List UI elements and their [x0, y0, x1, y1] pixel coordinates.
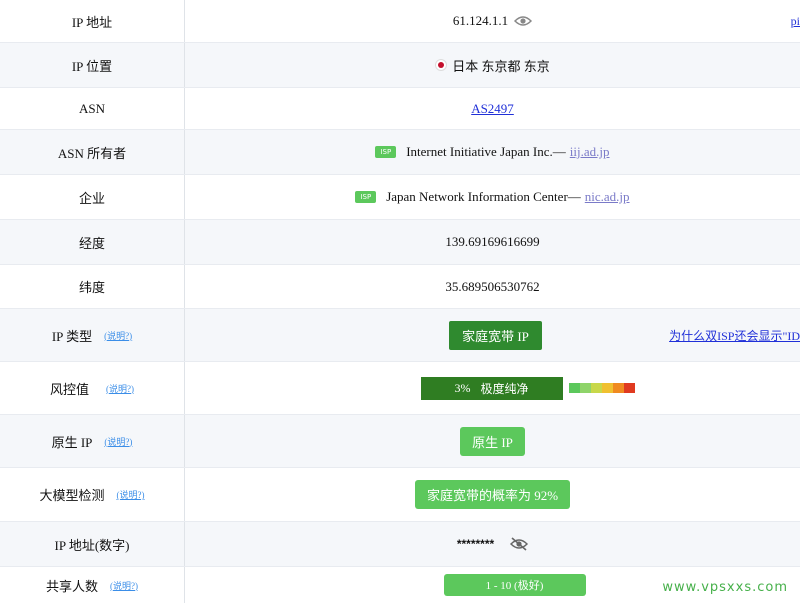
- longitude-value: 139.69169616699: [445, 234, 540, 249]
- risk-indicator: 3% 极度纯净: [420, 376, 635, 400]
- row-ip-location: IP 位置 日本 东京都 东京: [0, 43, 800, 88]
- row-company: 企业 ISP Japan Network Information Center—…: [0, 175, 800, 220]
- row-risk-score: 风控值 (说明?) 3% 极度纯净: [0, 362, 800, 415]
- row-label: 原生 IP (说明?): [0, 415, 185, 467]
- row-latitude: 纬度 35.689506530762: [0, 265, 800, 309]
- asn-link[interactable]: AS2497: [471, 101, 514, 117]
- extra-link[interactable]: pi: [791, 14, 800, 29]
- row-value: 3% 极度纯净: [185, 362, 800, 414]
- row-native-ip: 原生 IP (说明?) 原生 IP: [0, 415, 800, 468]
- row-label-text: 原生 IP: [51, 434, 93, 450]
- row-label-text: 风控值: [49, 381, 89, 397]
- row-llm-detection: 大模型检测 (说明?) 家庭宽带的概率为 92%: [0, 468, 800, 522]
- row-value: 原生 IP: [185, 415, 800, 467]
- row-label: 大模型检测 (说明?): [0, 468, 185, 521]
- row-label: 企业: [0, 175, 185, 219]
- row-value: ISP Internet Initiative Japan Inc.— iij.…: [185, 130, 800, 174]
- row-value: 日本 东京都 东京: [185, 43, 800, 87]
- row-label: 纬度: [0, 265, 185, 308]
- asn-owner-value: Internet Initiative Japan Inc.—: [406, 144, 566, 159]
- row-asn-owner: ASN 所有者 ISP Internet Initiative Japan In…: [0, 130, 800, 175]
- risk-scale-segment: [612, 383, 624, 393]
- risk-color-scale: [568, 383, 635, 393]
- risk-label: 极度纯净: [480, 381, 529, 396]
- row-label: 经度: [0, 220, 185, 264]
- help-link[interactable]: (说明?): [106, 382, 134, 395]
- row-label-text: 共享人数: [45, 578, 98, 594]
- help-link[interactable]: (说明?): [117, 488, 145, 501]
- row-label: IP 地址: [0, 0, 185, 42]
- row-label: 风控值 (说明?): [0, 362, 185, 414]
- row-longitude: 经度 139.69169616699: [0, 220, 800, 265]
- latitude-value: 35.689506530762: [445, 278, 540, 294]
- row-ip-numeric: IP 地址(数字) ********: [0, 522, 800, 567]
- help-link[interactable]: (说明?): [104, 435, 132, 448]
- row-value: 139.69169616699: [185, 220, 800, 264]
- risk-score-bar: 3% 极度纯净: [420, 376, 563, 400]
- asn-owner-domain-link[interactable]: iij.ad.jp: [570, 144, 610, 160]
- row-asn: ASN AS2497: [0, 88, 800, 130]
- row-label: IP 位置: [0, 43, 185, 87]
- ip-type-badge: 家庭宽带 IP: [449, 320, 542, 350]
- risk-scale-segment: [601, 383, 613, 393]
- row-value: AS2497: [185, 88, 800, 129]
- row-label: ASN 所有者: [0, 130, 185, 174]
- japan-flag-icon: [435, 59, 448, 71]
- llm-detection-badge: 家庭宽带的概率为 92%: [414, 480, 571, 509]
- risk-percent: 3%: [454, 380, 471, 395]
- ip-address-value: 61.124.1.1: [452, 13, 509, 28]
- isp-badge: ISP: [375, 146, 397, 158]
- row-ip-type: IP 类型 (说明?) 家庭宽带 IP 为什么双ISP还会显示"ID: [0, 309, 800, 362]
- shared-users-badge: 1 - 10 (极好): [443, 574, 586, 596]
- help-link[interactable]: (说明?): [104, 329, 132, 342]
- risk-scale-segment: [579, 383, 591, 393]
- row-ip-address: IP 地址 61.124.1.1 pi: [0, 0, 800, 43]
- risk-scale-segment: [623, 383, 635, 393]
- watermark: www.vpsxxs.com: [662, 580, 788, 595]
- dual-isp-help-link[interactable]: 为什么双ISP还会显示"ID: [669, 327, 800, 344]
- ip-numeric-masked: ********: [456, 537, 495, 551]
- row-label: ASN: [0, 88, 185, 129]
- row-label: IP 地址(数字): [0, 522, 185, 566]
- row-value: ********: [185, 522, 800, 566]
- location-value: 日本 东京都 东京: [452, 58, 550, 74]
- eye-icon[interactable]: [514, 15, 533, 27]
- row-value: ISP Japan Network Information Center— ni…: [185, 175, 800, 219]
- company-domain-link[interactable]: nic.ad.jp: [585, 189, 630, 205]
- row-value: 61.124.1.1 pi: [185, 0, 800, 42]
- row-label-text: IP 类型: [51, 328, 93, 344]
- risk-scale-segment: [590, 383, 602, 393]
- row-value: 35.689506530762: [185, 265, 800, 308]
- risk-scale-segment: [568, 383, 580, 393]
- row-value: 家庭宽带 IP 为什么双ISP还会显示"ID: [185, 309, 800, 361]
- ip-info-table: IP 地址 61.124.1.1 pi IP 位置 日本 东京都 东京 ASN …: [0, 0, 800, 603]
- company-value: Japan Network Information Center—: [386, 189, 581, 204]
- row-label: IP 类型 (说明?): [0, 309, 185, 361]
- isp-badge: ISP: [355, 191, 377, 203]
- row-label: 共享人数 (说明?): [0, 567, 185, 603]
- row-label-text: 大模型检测: [39, 488, 105, 503]
- eye-off-icon[interactable]: [510, 537, 529, 551]
- help-link[interactable]: (说明?): [110, 579, 138, 592]
- native-ip-badge: 原生 IP: [460, 426, 525, 456]
- row-value: 家庭宽带的概率为 92%: [185, 468, 800, 521]
